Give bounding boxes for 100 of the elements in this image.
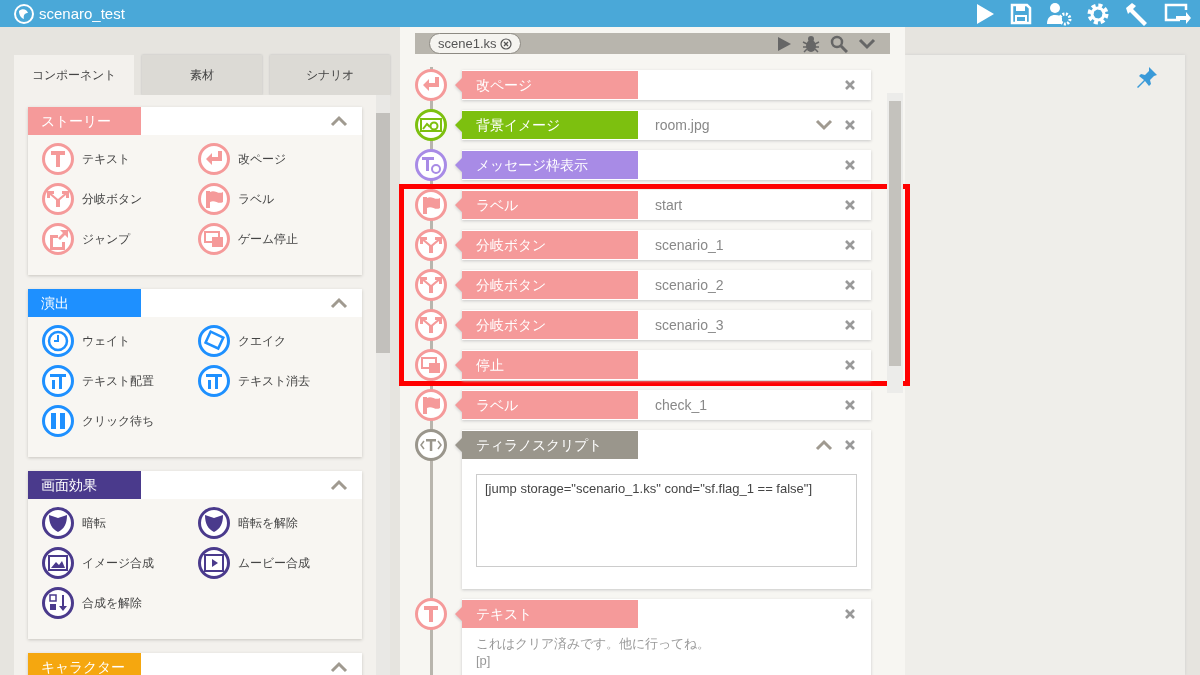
command-label: 停止	[455, 351, 638, 379]
save-icon[interactable]	[1010, 2, 1032, 25]
component-icon	[42, 143, 74, 175]
search-icon[interactable]	[830, 34, 848, 53]
component-icon	[42, 223, 74, 255]
command-value: start	[654, 197, 684, 213]
close-icon[interactable]	[845, 400, 855, 410]
command-label: ラベル	[455, 391, 638, 419]
component-icon	[42, 405, 74, 437]
row-icon	[415, 429, 447, 461]
command-value: scenario_1	[654, 237, 725, 253]
command-label: 改ページ	[455, 71, 638, 99]
close-icon[interactable]	[845, 240, 855, 250]
component-label[interactable]: 暗転を解除	[238, 514, 298, 532]
close-icon[interactable]	[845, 609, 855, 619]
text-line: これはクリア済みです。他に行ってね。	[476, 635, 711, 653]
component-label[interactable]: ラベル	[238, 190, 274, 208]
component-icon	[198, 325, 230, 357]
command-label: ティラノスクリプト	[455, 431, 638, 459]
component-label[interactable]: イメージ合成	[82, 554, 154, 572]
component-label[interactable]: クリック待ち	[82, 412, 154, 430]
close-icon[interactable]	[845, 120, 855, 130]
close-icon[interactable]	[845, 200, 855, 210]
command-label: ラベル	[455, 191, 638, 219]
component-icon	[42, 365, 74, 397]
exit-icon[interactable]	[1164, 1, 1192, 26]
panel-tab[interactable]: シナリオ	[270, 55, 390, 95]
component-label[interactable]: ゲーム停止	[238, 230, 298, 248]
row-icon	[415, 229, 447, 261]
close-icon[interactable]	[845, 440, 855, 450]
component-label[interactable]: テキスト配置	[82, 372, 154, 390]
command-value: scenario_2	[654, 277, 725, 293]
row-icon	[415, 149, 447, 181]
section-title: 画面効果	[28, 471, 141, 499]
close-icon[interactable]	[845, 360, 855, 370]
row-icon	[415, 269, 447, 301]
chevron-up-icon[interactable]	[330, 115, 348, 127]
text-line: [p]	[476, 653, 492, 668]
component-icon	[198, 223, 230, 255]
panel-tab[interactable]: 素材	[142, 55, 262, 95]
scrollbar[interactable]	[887, 93, 903, 393]
component-icon	[198, 183, 230, 215]
component-icon	[42, 587, 74, 619]
chevron-up-icon[interactable]	[330, 297, 348, 309]
component-label[interactable]: 合成を解除	[82, 594, 142, 612]
component-icon	[198, 507, 230, 539]
chevron-down-icon[interactable]	[815, 119, 833, 131]
row-icon	[415, 598, 447, 630]
component-icon	[42, 325, 74, 357]
close-icon[interactable]	[845, 160, 855, 170]
component-icon	[42, 507, 74, 539]
hammer-icon[interactable]	[1124, 1, 1150, 26]
row-icon	[415, 389, 447, 421]
row-icon	[415, 309, 447, 341]
bug-icon[interactable]	[802, 34, 820, 53]
close-icon[interactable]	[845, 320, 855, 330]
component-icon	[198, 365, 230, 397]
command-value: room.jpg	[654, 117, 711, 133]
chevron-up-icon[interactable]	[330, 661, 348, 673]
component-icon	[198, 547, 230, 579]
command-label: 分岐ボタン	[455, 271, 638, 299]
component-label[interactable]: 改ページ	[238, 150, 286, 168]
component-icon	[42, 183, 74, 215]
close-icon[interactable]	[845, 80, 855, 90]
component-icon	[42, 547, 74, 579]
component-label[interactable]: クエイク	[238, 332, 286, 350]
component-label[interactable]: テキスト消去	[238, 372, 310, 390]
command-label: メッセージ枠表示	[455, 151, 638, 179]
pin-icon[interactable]	[1135, 65, 1159, 89]
component-label[interactable]: 暗転	[82, 514, 106, 532]
command-label: テキスト	[455, 600, 638, 628]
command-label: 分岐ボタン	[455, 311, 638, 339]
chevron-down-icon[interactable]	[858, 37, 876, 50]
row-icon	[415, 349, 447, 381]
close-icon[interactable]	[499, 37, 512, 50]
component-label[interactable]: 分岐ボタン	[82, 190, 142, 208]
section-title: キャラクター	[28, 653, 141, 675]
component-label[interactable]: ムービー合成	[238, 554, 310, 572]
scrollbar[interactable]	[376, 95, 390, 675]
file-tab[interactable]: scene1.ks	[429, 33, 521, 54]
row-icon	[415, 109, 447, 141]
component-icon	[198, 143, 230, 175]
command-value: check_1	[654, 397, 709, 413]
row-icon	[415, 69, 447, 101]
play-icon[interactable]	[776, 35, 792, 52]
play-icon[interactable]	[974, 2, 996, 25]
section-title: ストーリー	[28, 107, 141, 135]
component-label[interactable]: ジャンプ	[82, 230, 130, 248]
component-label[interactable]: ウェイト	[82, 332, 130, 350]
panel-tab[interactable]: コンポーネント	[14, 55, 134, 95]
close-icon[interactable]	[845, 280, 855, 290]
component-label[interactable]: テキスト	[82, 150, 130, 168]
settings-icon[interactable]	[1086, 1, 1110, 26]
chevron-up-icon[interactable]	[815, 439, 833, 451]
user-gear-icon[interactable]	[1046, 1, 1072, 26]
row-icon	[415, 189, 447, 221]
section-title: 演出	[28, 289, 141, 317]
command-label: 分岐ボタン	[455, 231, 638, 259]
script-field[interactable]: [jump storage="scenario_1.ks" cond="sf.flag_1 == false"]	[476, 474, 857, 567]
chevron-up-icon[interactable]	[330, 479, 348, 491]
